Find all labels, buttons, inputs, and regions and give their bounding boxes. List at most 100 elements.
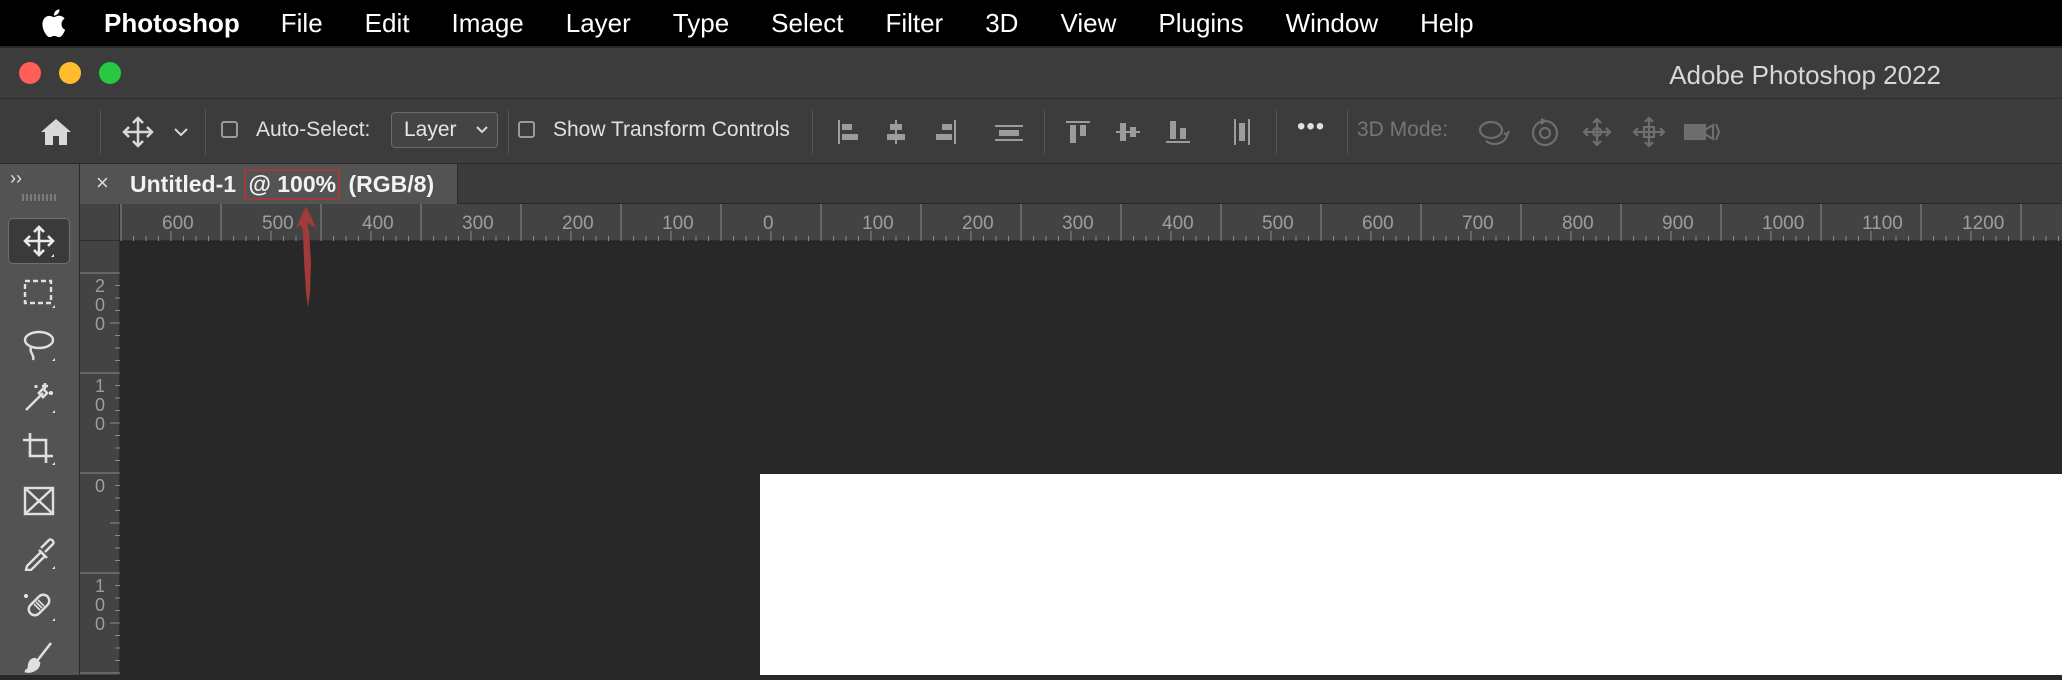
move-tool-preset-icon[interactable] xyxy=(118,113,158,151)
distribute-horizontal-icon[interactable] xyxy=(1225,115,1259,149)
align-right-edges-icon[interactable] xyxy=(930,115,962,149)
home-icon[interactable] xyxy=(36,113,76,151)
ruler-h-label: 300 xyxy=(462,213,494,234)
ruler-h-label: 100 xyxy=(662,213,694,234)
ruler-h-label: 1200 xyxy=(1962,213,2005,234)
auto-select-target-value: Layer xyxy=(404,118,457,141)
marquee-icon xyxy=(23,279,55,308)
document-tab[interactable]: × Untitled-1 @ 100% (RGB/8) xyxy=(80,164,458,204)
options-divider xyxy=(100,109,101,155)
3d-orbit-icon[interactable] xyxy=(1474,113,1512,151)
menu-plugins[interactable]: Plugins xyxy=(1158,8,1243,39)
panel-grip[interactable] xyxy=(22,194,56,201)
options-divider xyxy=(1044,109,1045,155)
ruler-v-label: 0 xyxy=(94,476,105,496)
quick-selection-tool[interactable] xyxy=(8,374,70,420)
document-canvas[interactable] xyxy=(760,474,2062,675)
eyedropper-icon xyxy=(24,538,55,571)
options-bar: Auto-Select: Layer Show Transform Contro… xyxy=(0,98,2062,164)
menu-layer[interactable]: Layer xyxy=(566,8,631,39)
eyedropper-tool[interactable] xyxy=(8,530,70,576)
ruler-h-label: 600 xyxy=(1362,213,1394,234)
tools-panel: ›› xyxy=(0,164,80,675)
align-left-edges-icon[interactable] xyxy=(832,115,864,149)
distribute-vertical-icon[interactable] xyxy=(990,115,1028,149)
document-name: Untitled-1 xyxy=(130,171,237,197)
3d-pan-icon[interactable] xyxy=(1578,113,1616,151)
options-divider xyxy=(812,109,813,155)
menu-help[interactable]: Help xyxy=(1420,8,1473,39)
spot-healing-brush-tool[interactable] xyxy=(8,582,70,628)
3d-slide-icon[interactable] xyxy=(1630,113,1668,151)
rectangular-marquee-tool[interactable] xyxy=(8,270,70,316)
ruler-h-label: 200 xyxy=(962,213,994,234)
window-minimize-button[interactable] xyxy=(59,62,81,84)
bandage-icon xyxy=(24,593,55,621)
canvas-workspace[interactable] xyxy=(120,241,2062,675)
frame-tool[interactable] xyxy=(8,478,70,524)
auto-select-target-dropdown[interactable]: Layer xyxy=(391,112,498,148)
crop-tool[interactable] xyxy=(8,426,70,472)
zoom-level: @ 100% xyxy=(244,169,341,200)
align-vertical-centers-icon[interactable] xyxy=(1112,115,1144,149)
color-mode: (RGB/8) xyxy=(348,171,435,197)
ruler-h-label: 300 xyxy=(1062,213,1094,234)
window-title-bar: Adobe Photoshop 2022 xyxy=(0,48,2062,98)
menu-file[interactable]: File xyxy=(281,8,323,39)
move-tool-icon xyxy=(23,225,55,257)
show-transform-checkbox[interactable] xyxy=(518,121,535,138)
auto-select-checkbox[interactable] xyxy=(221,121,238,138)
vertical-ruler[interactable]: 2 0 0 1 0 0 0 1 0 0 xyxy=(80,241,120,675)
options-divider xyxy=(508,109,509,155)
ruler-h-label: 900 xyxy=(1662,213,1694,234)
menu-edit[interactable]: Edit xyxy=(365,8,410,39)
horizontal-ruler[interactable]: 600 500 400 300 200 100 0 100 200 300 40… xyxy=(120,204,2062,241)
close-tab-button[interactable]: × xyxy=(96,170,109,196)
ruler-h-label: 400 xyxy=(1162,213,1194,234)
ruler-h-label: 200 xyxy=(562,213,594,234)
align-horizontal-centers-icon[interactable] xyxy=(880,115,912,149)
ruler-v-label: 1 0 0 xyxy=(94,576,105,634)
chevron-down-icon[interactable] xyxy=(170,121,192,143)
3d-scale-camera-icon[interactable] xyxy=(1682,113,1722,151)
show-transform-label: Show Transform Controls xyxy=(553,118,790,141)
apple-menu-icon[interactable] xyxy=(38,8,68,38)
3d-mode-label: 3D Mode: xyxy=(1357,118,1449,141)
menu-view[interactable]: View xyxy=(1060,8,1116,39)
menu-window[interactable]: Window xyxy=(1286,8,1378,39)
ruler-h-label: 700 xyxy=(1462,213,1494,234)
menu-select[interactable]: Select xyxy=(771,8,843,39)
options-divider xyxy=(1276,109,1277,155)
ruler-h-label: 400 xyxy=(362,213,394,234)
align-top-edges-icon[interactable] xyxy=(1062,115,1094,149)
document-tab-title: Untitled-1 @ 100% (RGB/8) xyxy=(130,169,434,200)
align-bottom-edges-icon[interactable] xyxy=(1162,115,1194,149)
3d-roll-icon[interactable] xyxy=(1526,113,1564,151)
move-tool[interactable] xyxy=(8,218,70,264)
dropdown-chevron-icon xyxy=(476,126,488,134)
crop-icon xyxy=(23,433,55,465)
menu-filter[interactable]: Filter xyxy=(885,8,943,39)
lasso-tool[interactable] xyxy=(8,322,70,368)
brush-icon xyxy=(24,642,53,673)
menu-bar: Photoshop File Edit Image Layer Type Sel… xyxy=(0,0,2062,46)
menu-type[interactable]: Type xyxy=(673,8,729,39)
collapse-panel-button[interactable]: ›› xyxy=(10,168,22,189)
menu-3d[interactable]: 3D xyxy=(985,8,1018,39)
document-tab-bar: × Untitled-1 @ 100% (RGB/8) xyxy=(80,164,2062,204)
ruler-v-label: 1 0 0 xyxy=(94,376,105,434)
brush-tool[interactable] xyxy=(8,634,70,680)
more-options-button[interactable]: ••• xyxy=(1297,113,1325,141)
ruler-h-label: 600 xyxy=(162,213,194,234)
window-close-button[interactable] xyxy=(19,62,41,84)
ruler-h-label: 100 xyxy=(862,213,894,234)
menu-image[interactable]: Image xyxy=(451,8,523,39)
magic-wand-icon xyxy=(25,383,55,413)
ruler-v-label: 2 0 0 xyxy=(94,276,105,334)
ruler-h-label: 500 xyxy=(262,213,294,234)
window-zoom-button[interactable] xyxy=(99,62,121,84)
lasso-icon xyxy=(23,330,55,361)
ruler-origin[interactable] xyxy=(80,204,120,241)
ruler-h-label: 500 xyxy=(1262,213,1294,234)
menu-app-photoshop[interactable]: Photoshop xyxy=(104,8,240,39)
